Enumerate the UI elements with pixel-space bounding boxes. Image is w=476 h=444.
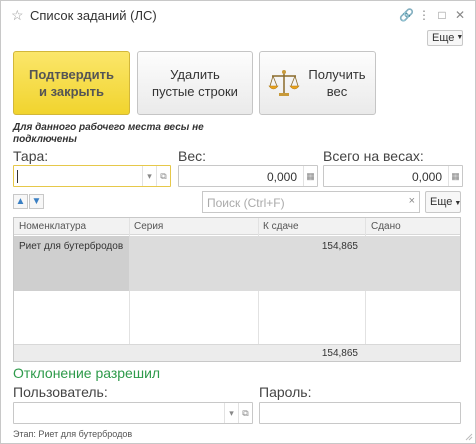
table-header: Номенклатура Серия К сдаче Сдано xyxy=(14,218,460,235)
text-cursor xyxy=(17,170,18,183)
deviation-title: Отклонение разрешил xyxy=(13,365,161,381)
delete-empty-rows-button[interactable]: Удалить пустые строки xyxy=(137,51,253,115)
scales-icon xyxy=(268,70,300,96)
tara-label: Тара: xyxy=(13,148,49,164)
clear-search-icon[interactable]: × xyxy=(409,195,415,207)
delete-button-line2: пустые строки xyxy=(152,84,238,99)
stage-info: Этап: Риет для бутербродов xyxy=(13,429,133,439)
move-up-button[interactable]: ▲ xyxy=(13,194,28,209)
open-link-icon[interactable]: ⧉ xyxy=(238,403,252,423)
link-icon[interactable]: 🔗 xyxy=(399,8,414,22)
arrow-down-icon: ▼ xyxy=(31,196,42,207)
window-title: Список заданий (ЛС) xyxy=(30,8,157,23)
scales-warning: Для данного рабочего места весы не подкл… xyxy=(13,122,204,145)
resize-grip-icon[interactable] xyxy=(465,433,473,441)
get-weight-button[interactable]: Получить вес xyxy=(259,51,376,115)
column-header-series[interactable]: Серия xyxy=(134,221,163,232)
confirm-and-close-button[interactable]: Подтвердить и закрыть xyxy=(13,51,130,115)
cell-to-deliver: 154,865 xyxy=(321,241,358,252)
open-link-icon[interactable]: ⧉ xyxy=(156,166,170,186)
search-placeholder: Поиск (Ctrl+F) xyxy=(207,196,285,210)
get-weight-line2: вес xyxy=(326,84,348,99)
total-on-scales-field[interactable]: 0,000 ▦ xyxy=(323,165,463,187)
title-bar: ☆ Список заданий (ЛС) 🔗 ⋮ □ ✕ xyxy=(1,1,475,31)
dropdown-arrow-icon[interactable]: ▾ xyxy=(142,166,156,186)
search-input[interactable]: Поиск (Ctrl+F) × xyxy=(202,191,420,213)
chevron-down-icon: ▼ xyxy=(456,34,464,42)
maximize-icon[interactable]: □ xyxy=(435,8,449,22)
column-header-item[interactable]: Номенклатура xyxy=(19,221,86,232)
password-label: Пароль: xyxy=(259,384,312,400)
ves-label: Вес: xyxy=(178,148,207,164)
more-menu-button[interactable]: Еще ▼ xyxy=(427,30,463,46)
total-label: Всего на весах: xyxy=(323,148,424,164)
favorite-star-icon[interactable]: ☆ xyxy=(11,7,24,24)
ves-value: 0,000 xyxy=(266,170,297,184)
more-vertical-icon[interactable]: ⋮ xyxy=(417,8,431,22)
task-list-window: ☆ Список заданий (ЛС) 🔗 ⋮ □ ✕ Еще ▼ Подтв… xyxy=(0,0,476,444)
tara-field[interactable]: ▾ ⧉ xyxy=(13,165,171,187)
dropdown-arrow-icon[interactable]: ▾ xyxy=(224,403,238,423)
table-more-button[interactable]: Еще ▼ xyxy=(425,191,461,213)
footer-total: 154,865 xyxy=(321,348,358,359)
ves-field[interactable]: 0,000 ▦ xyxy=(178,165,318,187)
column-header-delivered[interactable]: Сдано xyxy=(371,221,401,232)
calculator-icon[interactable]: ▦ xyxy=(448,166,462,186)
cell-item: Риет для бутербродов xyxy=(19,241,124,252)
column-header-to-deliver[interactable]: К сдаче xyxy=(263,221,299,232)
close-icon[interactable]: ✕ xyxy=(453,8,467,22)
password-field[interactable] xyxy=(259,402,461,424)
confirm-button-line2: и закрыть xyxy=(38,84,105,99)
move-down-button[interactable]: ▼ xyxy=(29,194,44,209)
table-row[interactable]: Риет для бутербродов 154,865 xyxy=(14,236,460,291)
chevron-down-icon: ▼ xyxy=(454,200,462,207)
table-more-label: Еще xyxy=(430,196,453,208)
user-label: Пользователь: xyxy=(13,384,108,400)
confirm-button-line1: Подтвердить xyxy=(28,67,114,82)
total-value: 0,000 xyxy=(411,170,442,184)
table-footer: 154,865 xyxy=(14,344,460,361)
delete-button-line1: Удалить xyxy=(170,67,220,82)
calculator-icon[interactable]: ▦ xyxy=(303,166,317,186)
tasks-table[interactable]: Номенклатура Серия К сдаче Сдано Риет дл… xyxy=(13,217,461,362)
more-menu-label: Еще xyxy=(432,32,455,44)
user-field[interactable]: ▾ ⧉ xyxy=(13,402,253,424)
get-weight-line1: Получить xyxy=(308,67,366,82)
arrow-up-icon: ▲ xyxy=(15,196,26,207)
